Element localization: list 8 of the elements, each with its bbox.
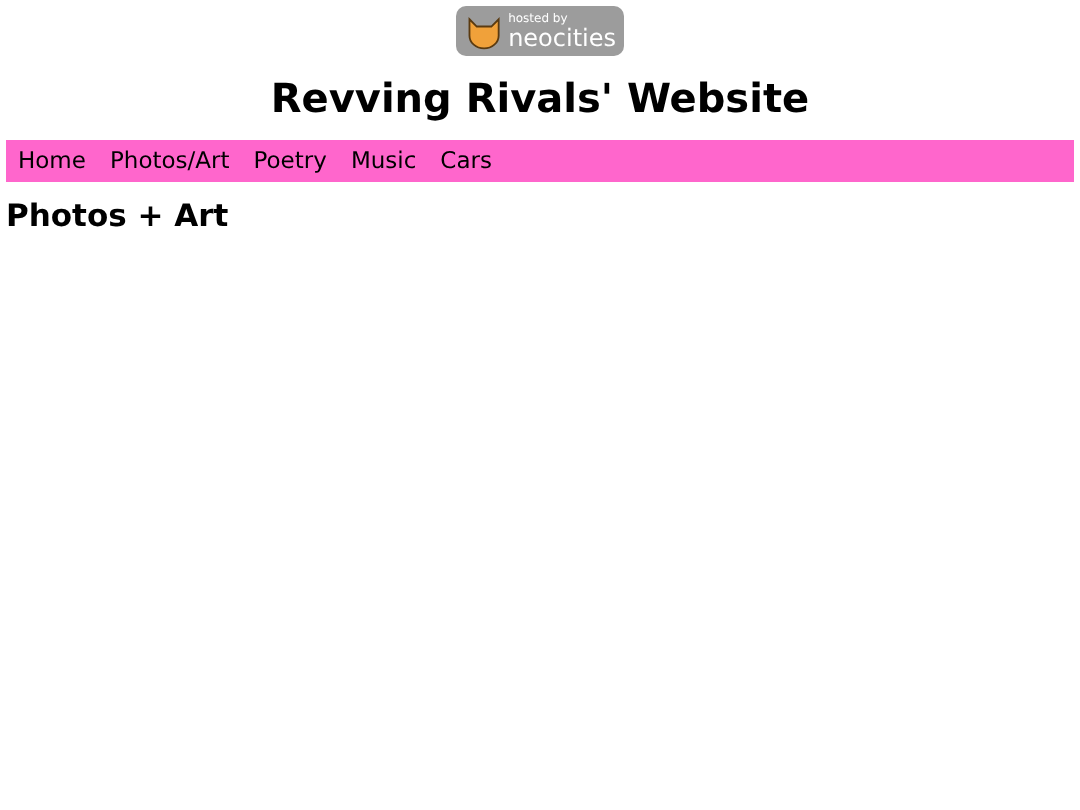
- site-title: Revving Rivals' Website: [268, 74, 812, 122]
- nav-link[interactable]: Home: [18, 143, 98, 179]
- page-heading: Photos + Art: [6, 198, 231, 236]
- nav-link[interactable]: Music: [350, 143, 429, 179]
- nav-link[interactable]: Poetry: [253, 143, 339, 179]
- nav-link[interactable]: Cars: [440, 143, 504, 179]
- badge-brand: neocities: [508, 25, 616, 49]
- nav-link[interactable]: Photos/Art: [109, 143, 242, 179]
